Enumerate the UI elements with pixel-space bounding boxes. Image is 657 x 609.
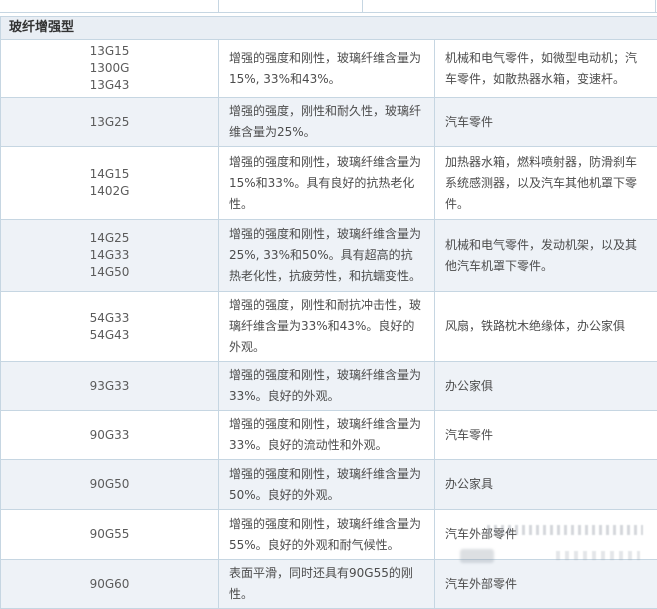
material-grades-table: 玻纤增强型 13G15 1300G 13G43 增强的强度和刚性，玻璃纤维含量为…: [0, 16, 657, 609]
applications-cell: 加热器水箱，燃料喷射器，防滑刹车系统感测器，以及汽车其他机罩下零件。: [435, 147, 657, 220]
description-cell: 增强的强度和刚性，玻璃纤维含量为55%。良好的外观和耐气候性。: [219, 510, 435, 560]
applications-cell: 汽车零件: [435, 98, 657, 147]
description-cell: 增强的强度和刚性，玻璃纤维含量为50%。良好的外观。: [219, 460, 435, 510]
column-border-stub: [655, 0, 656, 13]
table-row: 90G50 增强的强度和刚性，玻璃纤维含量为50%。良好的外观。 办公家具: [1, 460, 657, 510]
section-header-row: 玻纤增强型: [1, 17, 657, 40]
table-row: 93G33 增强的强度和刚性，玻璃纤维含量为33%。良好的外观。 办公家俱: [1, 362, 657, 411]
applications-cell: 风扇，铁路枕木绝缘体，办公家俱: [435, 292, 657, 362]
applications-cell: 机械和电气零件，发动机架，以及其他汽车机罩下零件。: [435, 220, 657, 292]
applications-cell: 汽车零件: [435, 411, 657, 460]
grade-cell: 90G50: [1, 460, 219, 510]
grade-cell: 14G25 14G33 14G50: [1, 220, 219, 292]
table-row: 90G55 增强的强度和刚性，玻璃纤维含量为55%。良好的外观和耐气候性。 汽车…: [1, 510, 657, 560]
description-cell: 增强的强度和刚性，玻璃纤维含量为15%和33%。具有良好的抗热老化性。: [219, 147, 435, 220]
table-row: 13G15 1300G 13G43 增强的强度和刚性，玻璃纤维含量为15%, 3…: [1, 40, 657, 98]
grade-cell: 90G55: [1, 510, 219, 560]
applications-cell: 机械和电气零件，如微型电动机；汽车零件，如散热器水箱，变速杆。: [435, 40, 657, 98]
grade-cell: 14G15 1402G: [1, 147, 219, 220]
description-cell: 增强的强度和刚性，玻璃纤维含量为25%, 33%和50%。具有超高的抗热老化性，…: [219, 220, 435, 292]
grade-cell: 54G33 54G43: [1, 292, 219, 362]
applications-cell: 汽车外部零件: [435, 510, 657, 560]
description-cell: 增强的强度，刚性和耐久性，玻璃纤维含量为25%。: [219, 98, 435, 147]
table-row: 14G15 1402G 增强的强度和刚性，玻璃纤维含量为15%和33%。具有良好…: [1, 147, 657, 220]
grade-cell: 90G33: [1, 411, 219, 460]
column-border-stub: [218, 0, 219, 13]
applications-cell: 办公家俱: [435, 362, 657, 411]
section-title: 玻纤增强型: [1, 17, 657, 40]
partial-row-top: [0, 0, 657, 13]
description-cell: 增强的强度，刚性和耐抗冲击性，玻璃纤维含量为33%和43%。良好的外观。: [219, 292, 435, 362]
column-border-stub: [362, 0, 363, 13]
grade-cell: 13G15 1300G 13G43: [1, 40, 219, 98]
grade-cell: 13G25: [1, 98, 219, 147]
grade-cell: 93G33: [1, 362, 219, 411]
table-row: 13G25 增强的强度，刚性和耐久性，玻璃纤维含量为25%。 汽车零件: [1, 98, 657, 147]
description-cell: 增强的强度和刚性，玻璃纤维含量为33%。良好的流动性和外观。: [219, 411, 435, 460]
applications-cell: 办公家具: [435, 460, 657, 510]
description-cell: 增强的强度和刚性，玻璃纤维含量为15%, 33%和43%。: [219, 40, 435, 98]
table-row: 14G25 14G33 14G50 增强的强度和刚性，玻璃纤维含量为25%, 3…: [1, 220, 657, 292]
table-row: 54G33 54G43 增强的强度，刚性和耐抗冲击性，玻璃纤维含量为33%和43…: [1, 292, 657, 362]
table-row: 90G33 增强的强度和刚性，玻璃纤维含量为33%。良好的流动性和外观。 汽车零…: [1, 411, 657, 460]
description-cell: 增强的强度和刚性，玻璃纤维含量为33%。良好的外观。: [219, 362, 435, 411]
